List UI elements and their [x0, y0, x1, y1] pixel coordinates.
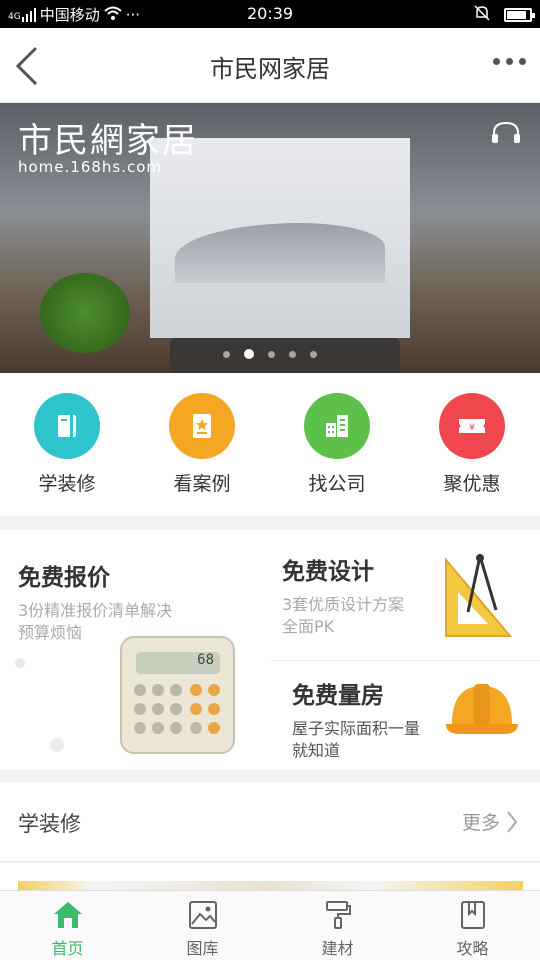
image-icon: [188, 901, 217, 929]
tab-label: 攻略: [456, 939, 489, 958]
tab-label: 图库: [186, 939, 219, 958]
hard-hat-icon: [444, 680, 520, 746]
calculator-icon: 68: [120, 636, 235, 754]
headset-icon[interactable]: [490, 121, 522, 145]
quick-nav-cases[interactable]: 看案例: [152, 393, 252, 496]
free-measure-subtitle-2: 就知道: [292, 741, 341, 760]
quick-nav-learn[interactable]: 学装修: [17, 393, 117, 496]
tab-guide[interactable]: 攻略: [405, 891, 540, 960]
quick-nav-label: 学装修: [38, 473, 96, 495]
star-document-icon: [193, 414, 211, 438]
quick-nav-deals[interactable]: ¥ 聚优惠: [422, 393, 522, 496]
chevron-right-icon: [507, 810, 518, 833]
banner-carousel[interactable]: 市民網家居 home.168hs.com: [0, 103, 540, 373]
tab-label: 建材: [321, 939, 354, 958]
free-services-panel: 免费报价 3份精准报价清单解决 预算烦恼 68 免费设计 3套优质设计方案 全面…: [0, 530, 540, 770]
quick-nav-label: 聚优惠: [443, 473, 501, 495]
more-label: 更多: [461, 812, 500, 834]
carousel-dot[interactable]: [310, 350, 317, 358]
quick-nav-icon-circle: [304, 393, 370, 459]
buildings-icon: [326, 415, 348, 437]
quick-nav-label: 看案例: [173, 473, 231, 495]
brand-logo: 市民網家居 home.168hs.com: [18, 113, 198, 176]
free-quote-title: 免费报价: [18, 565, 110, 591]
calculator-display: 68: [136, 652, 220, 674]
app-header: 市民网家居: [0, 28, 540, 103]
page-title: 市民网家居: [210, 55, 330, 83]
free-design-title: 免费设计: [282, 559, 374, 585]
tab-home[interactable]: 首页: [0, 891, 135, 960]
yen-ticket-icon: ¥: [459, 419, 485, 433]
free-design-card[interactable]: 免费设计 3套优质设计方案 全面PK: [282, 552, 404, 638]
paint-roller-icon: [325, 901, 351, 929]
learn-section-header: 学装修 更多: [0, 782, 540, 862]
dot-icon: [519, 58, 526, 65]
carousel-dot[interactable]: [223, 350, 230, 358]
learn-article-image[interactable]: [0, 863, 540, 893]
carousel-dot[interactable]: [244, 349, 254, 359]
divider: [270, 660, 540, 661]
quick-nav-icon-circle: [34, 393, 100, 459]
clock: 20:39: [246, 4, 294, 23]
svg-text:¥: ¥: [469, 423, 475, 433]
book-icon: [58, 415, 76, 437]
logo-text: 市民網家居: [18, 121, 198, 161]
free-design-subtitle-2: 全面PK: [282, 617, 335, 636]
free-quote-subtitle-1: 3份精准报价清单解决: [18, 601, 173, 620]
dot-icon: [506, 58, 513, 65]
ruler-compass-icon: [442, 552, 514, 644]
carousel-indicators: [0, 349, 540, 359]
section-title: 学装修: [18, 812, 81, 836]
quick-nav-label: 找公司: [308, 473, 366, 495]
carousel-dot[interactable]: [268, 350, 275, 358]
carousel-dot[interactable]: [289, 350, 296, 358]
free-design-subtitle-1: 3套优质设计方案: [282, 595, 405, 614]
battery-icon: [504, 8, 535, 22]
mute-bell-icon: [474, 5, 490, 25]
dot-icon: [493, 58, 500, 65]
more-link[interactable]: 更多: [462, 808, 518, 835]
tab-materials[interactable]: 建材: [270, 891, 405, 960]
status-bar: 4G 中国移动 ··· 20:39: [0, 0, 540, 28]
battery-level: [507, 11, 526, 19]
quick-nav-icon-circle: ¥: [439, 393, 505, 459]
home-icon: [53, 902, 82, 928]
tab-label: 首页: [51, 939, 84, 958]
free-measure-subtitle-1: 屋子实际面积一量: [292, 719, 421, 738]
free-measure-title: 免费量房: [292, 683, 384, 709]
quick-nav-icon-circle: [169, 393, 235, 459]
bottom-tab-bar: 首页 图库 建材 攻略: [0, 890, 540, 960]
quick-nav-companies[interactable]: 找公司: [287, 393, 387, 496]
more-menu-button[interactable]: [493, 58, 526, 65]
tab-gallery[interactable]: 图库: [135, 891, 270, 960]
quick-nav: 学装修 看案例 找公司 ¥ 聚优惠: [0, 373, 540, 516]
free-quote-card[interactable]: 免费报价 3份精准报价清单解决 预算烦恼: [18, 558, 172, 644]
guide-book-icon: [460, 901, 485, 929]
banner-plant: [40, 273, 130, 353]
free-measure-card[interactable]: 免费量房 屋子实际面积一量 就知道: [292, 676, 420, 762]
